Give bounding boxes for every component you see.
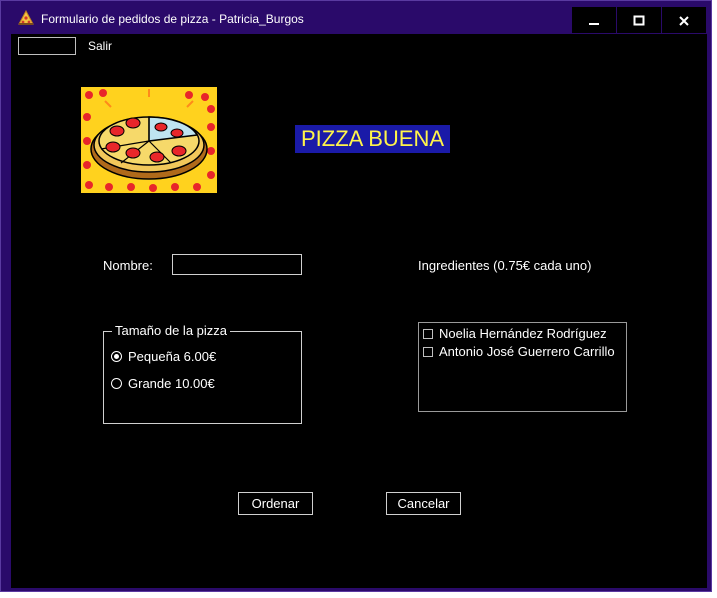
ingredients-label: Ingredientes (0.75€ cada uno)	[418, 258, 592, 273]
name-label: Nombre:	[103, 258, 153, 273]
radio-large[interactable]	[111, 378, 122, 389]
radio-small[interactable]	[111, 351, 122, 362]
pizza-slice-icon	[18, 10, 34, 25]
ingredient-label-2: Antonio José Guerrero Carrillo	[439, 344, 615, 359]
title-bar[interactable]: Formulario de pedidos de pizza - Patrici…	[1, 1, 711, 34]
menu-item-salir[interactable]: Salir	[88, 39, 112, 53]
menu-blank-item[interactable]	[18, 37, 76, 55]
ingredients-list[interactable]: Noelia Hernández Rodríguez Antonio José …	[418, 322, 627, 412]
size-option-small-label: Pequeña 6.00€	[128, 349, 217, 364]
close-icon	[679, 16, 689, 27]
ingredient-label-1: Noelia Hernández Rodríguez	[439, 326, 607, 341]
minimize-button[interactable]	[572, 7, 616, 33]
maximize-button[interactable]	[617, 7, 661, 33]
pizza-logo	[81, 87, 217, 193]
order-button[interactable]: Ordenar	[238, 492, 313, 515]
brand-title: PIZZA BUENA	[295, 125, 451, 153]
size-option-large-label: Grande 10.00€	[128, 376, 215, 391]
form-client-area: Salir PIZZA BUENA Nombre: Ingredientes (…	[11, 34, 707, 588]
maximize-icon	[633, 15, 645, 26]
app-window: Formulario de pedidos de pizza - Patrici…	[0, 0, 712, 592]
desktop-background	[712, 0, 717, 598]
ingredient-checkbox-1[interactable]	[423, 329, 433, 339]
minimize-icon	[589, 23, 599, 26]
pizza-size-legend: Tamaño de la pizza	[112, 323, 231, 338]
ingredient-checkbox-2[interactable]	[423, 347, 433, 357]
window-title: Formulario de pedidos de pizza - Patrici…	[41, 12, 304, 26]
cancel-button[interactable]: Cancelar	[386, 492, 461, 515]
pizza-size-group: Tamaño de la pizza Pequeña 6.00€ Grande …	[103, 323, 302, 424]
close-button[interactable]	[662, 7, 706, 33]
name-field[interactable]	[172, 254, 302, 275]
